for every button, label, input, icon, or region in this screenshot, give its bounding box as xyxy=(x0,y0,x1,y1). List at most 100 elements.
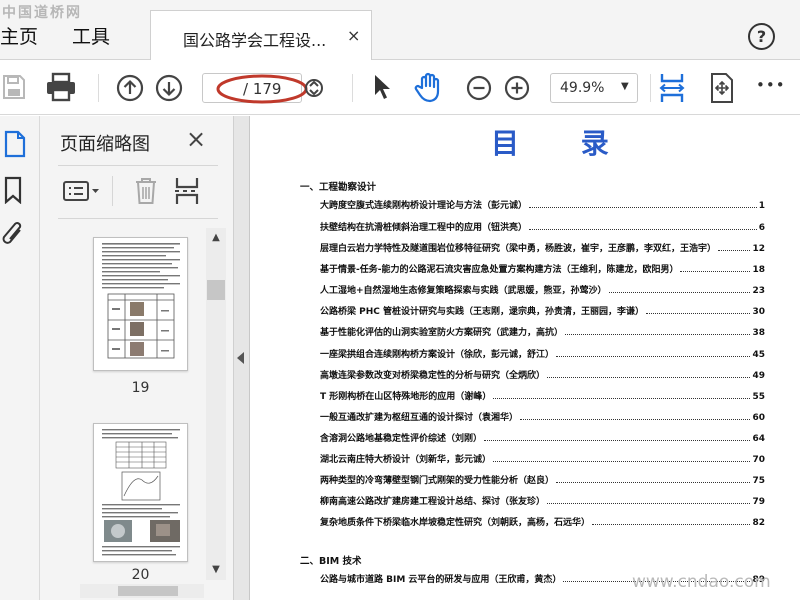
toc-entry[interactable]: 层理白云岩力学特性及隧道围岩位移特征研究（梁中勇，杨胜波，崔宇，王彦鹏，李双红，… xyxy=(320,240,765,254)
toc-entry-page: 49 xyxy=(752,371,765,381)
toc-entry-page: 64 xyxy=(752,434,765,444)
thumbnail-options-icon[interactable] xyxy=(62,180,102,202)
hand-tool-icon[interactable] xyxy=(413,71,445,103)
toc-entry-page: 55 xyxy=(752,392,765,402)
full-screen-icon[interactable] xyxy=(708,72,736,104)
more-options-icon[interactable]: ••• xyxy=(756,76,786,94)
toc-entry[interactable]: 柳南高速公路改扩建房建工程设计总结、探讨（张友珍） 79 xyxy=(320,493,765,507)
zoom-dropdown[interactable]: 49.9% ▼ xyxy=(550,73,638,103)
toc-entry[interactable]: 基于情景-任务-能力的公路泥石流灾害应急处置方案构建方法（王维利，陈建龙，欧阳男… xyxy=(320,261,765,275)
toc-entry[interactable]: 大跨度空腹式连续刚构桥设计理论与方法（彭元诚） 1 xyxy=(320,197,765,211)
scroll-mode-icon[interactable] xyxy=(304,75,324,101)
toc-leader xyxy=(520,419,751,420)
scrollbar-thumb[interactable] xyxy=(207,280,225,300)
thumbnail-page-number: 20 xyxy=(131,567,150,583)
next-page-icon[interactable] xyxy=(155,74,183,102)
thumbnail-page-number: 19 xyxy=(131,380,150,396)
tab-document[interactable]: 国公路学会工程设... × xyxy=(150,10,372,61)
toc-entry-title: T 形刚构桥在山区特殊地形的应用（谢峰） xyxy=(320,392,492,402)
page-thumbnail[interactable] xyxy=(93,237,188,371)
panel-splitter[interactable] xyxy=(233,116,250,600)
panel-divider xyxy=(58,165,218,166)
toc-leader xyxy=(493,398,751,399)
document-page: 目 录 一、工程勘察设计 大跨度空腹式连续刚构桥设计理论与方法（彭元诚） 1 扶壁… xyxy=(251,116,800,600)
toc-entry-title: 复杂地质条件下桥梁临水岸坡稳定性研究（刘朝跃，高杨，石远华） xyxy=(320,518,591,528)
toc-leader xyxy=(547,503,751,504)
trash-icon[interactable] xyxy=(134,176,158,206)
toc-leader xyxy=(547,377,751,378)
toc-entry-page: 18 xyxy=(752,265,765,275)
toc-entry-title: 公路与城市道路 BIM 云平台的研发与应用（王欣甫，黄杰） xyxy=(320,575,562,585)
toc-entry-title: 基于情景-任务-能力的公路泥石流灾害应急处置方案构建方法（王维利，陈建龙，欧阳男… xyxy=(320,265,679,275)
previous-page-icon[interactable] xyxy=(116,74,144,102)
zoom-out-icon[interactable] xyxy=(466,75,492,101)
toc-entry[interactable]: T 形刚构桥在山区特殊地形的应用（谢峰） 55 xyxy=(320,388,765,402)
toc-leader xyxy=(493,461,751,462)
toc-section-heading: 一、工程勘察设计 xyxy=(300,182,377,193)
page-thumbnail[interactable] xyxy=(93,423,188,562)
tab-home[interactable]: 主页 xyxy=(0,22,38,49)
save-icon[interactable] xyxy=(2,74,26,100)
toolbar-separator xyxy=(352,74,353,102)
toc-entry[interactable]: 高墩连梁参数改变对桥梁稳定性的分析与研究（全炳欣） 49 xyxy=(320,367,765,381)
toc-entry-page: 70 xyxy=(752,455,765,465)
toc-entry[interactable]: 含溶洞公路地基稳定性评价综述（刘刚） 64 xyxy=(320,430,765,444)
horizontal-scrollbar[interactable] xyxy=(80,584,204,598)
toc-entry[interactable]: 基于性能化评估的山洞实验室防火方案研究（武建力，高抗） 38 xyxy=(320,324,765,338)
toc-entry-page: 12 xyxy=(752,244,765,254)
toc-entry[interactable]: 一般互通改扩建为枢纽互通的设计探讨（袁湘华） 60 xyxy=(320,409,765,423)
collapse-panel-icon[interactable] xyxy=(237,352,244,364)
attachment-icon[interactable] xyxy=(2,220,26,250)
document-tab-title: 国公路学会工程设... xyxy=(183,31,327,50)
toc-entry-page: 1 xyxy=(758,201,765,211)
toc-entry-page: 30 xyxy=(752,307,765,317)
toc-leader xyxy=(646,313,751,314)
toc-entry-title: 一座梁拱组合连续刚构桥方案设计（徐欣，彭元诚，舒江） xyxy=(320,350,555,360)
zoom-in-icon[interactable] xyxy=(504,75,530,101)
help-button[interactable]: ? xyxy=(748,23,775,50)
toc-entry[interactable]: 人工湿地+自然湿地生态修复策略探索与实践（武思媛，熊亚，孙莺沙） 23 xyxy=(320,282,765,296)
toc-entry-title: 公路桥梁 PHC 管桩设计研究与实践（王志刚，逯宗典，孙贵清，王丽园，李谦） xyxy=(320,307,645,317)
toc-entry[interactable]: 湖北云南庄特大桥设计（刘新华，彭元诚） 70 xyxy=(320,451,765,465)
tab-tools[interactable]: 工具 xyxy=(72,22,110,49)
scroll-down-icon[interactable]: ▼ xyxy=(206,560,226,580)
toc-entry-title: 一般互通改扩建为枢纽互通的设计探讨（袁湘华） xyxy=(320,413,519,423)
toolbar-separator xyxy=(650,74,651,102)
panel-title: 页面缩略图 xyxy=(60,134,150,155)
page-thumbnail-preview xyxy=(102,429,180,556)
toc-entry-title: 高墩连梁参数改变对桥梁稳定性的分析与研究（全炳欣） xyxy=(320,371,546,381)
close-icon[interactable]: × xyxy=(186,126,206,152)
thumbnail-scrollbar[interactable]: ▲ ▼ xyxy=(206,228,226,580)
toc-entry[interactable]: 扶壁结构在抗滑桩倾斜治理工程中的应用（钮洪亮） 6 xyxy=(320,219,765,233)
toolbar: / 179 49.9% ▼ ••• xyxy=(0,60,800,115)
toc-entry-title: 基于性能化评估的山洞实验室防火方案研究（武建力，高抗） xyxy=(320,328,564,338)
toc-entry-page: 38 xyxy=(752,328,765,338)
toc-entry-title: 层理白云岩力学特性及隧道围岩位移特征研究（梁中勇，杨胜波，崔宇，王彦鹏，李双红，… xyxy=(320,244,717,254)
panel-divider xyxy=(58,218,218,219)
toc-leader xyxy=(529,207,757,208)
bookmark-icon[interactable] xyxy=(4,176,22,204)
toc-entry-page: 60 xyxy=(752,413,765,423)
panel-separator xyxy=(112,176,113,206)
toc-entry[interactable]: 公路桥梁 PHC 管桩设计研究与实践（王志刚，逯宗典，孙贵清，王丽园，李谦） 30 xyxy=(320,303,765,317)
toc-entry-page: 45 xyxy=(752,350,765,360)
thumbnails-panel: 页面缩略图 × 19 20 ▲ ▼ xyxy=(40,116,233,600)
annotation-ellipse xyxy=(216,74,308,104)
toc-leader xyxy=(680,271,751,272)
page-thumbnails-icon[interactable] xyxy=(4,130,26,158)
print-icon[interactable] xyxy=(45,72,77,102)
toc-entry[interactable]: 复杂地质条件下桥梁临水岸坡稳定性研究（刘朝跃，高杨，石远华） 82 xyxy=(320,514,765,528)
toc-leader xyxy=(484,440,751,441)
toc-leader xyxy=(718,250,751,251)
toc-entry-page: 82 xyxy=(752,518,765,528)
extract-pages-icon[interactable] xyxy=(173,176,201,206)
toc-entry[interactable]: 两种类型的冷弯薄壁型钢门式刚架的受力性能分析（赵良） 75 xyxy=(320,472,765,486)
scroll-up-icon[interactable]: ▲ xyxy=(206,228,226,248)
toc-entry[interactable]: 一座梁拱组合连续刚构桥方案设计（徐欣，彭元诚，舒江） 45 xyxy=(320,346,765,360)
watermark-bottom-right: www.cndao.com xyxy=(632,572,771,592)
close-icon[interactable]: × xyxy=(347,26,360,45)
fit-width-icon[interactable] xyxy=(658,72,686,104)
scrollbar-thumb[interactable] xyxy=(118,586,178,596)
toc-entry-page: 75 xyxy=(752,476,765,486)
select-cursor-icon[interactable] xyxy=(372,73,392,101)
